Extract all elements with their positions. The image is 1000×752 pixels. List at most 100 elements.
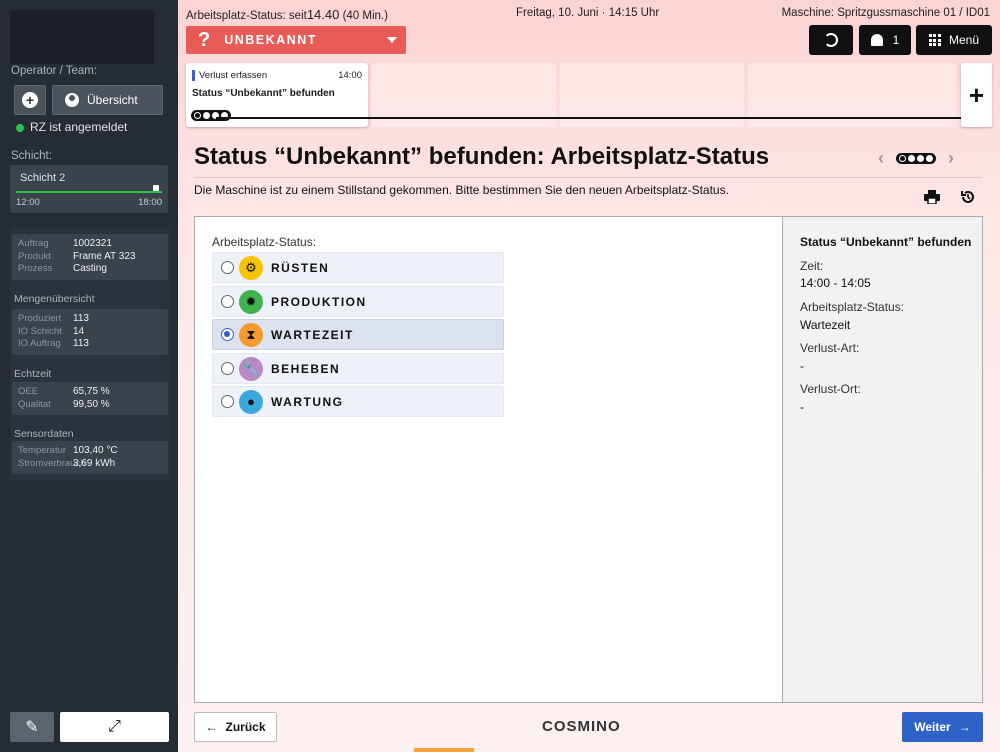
summary-loss-type-value: - [800,359,804,373]
option-wartung[interactable]: ● WARTUNG [212,386,504,417]
date-text: Freitag, 10. Juni [516,7,599,19]
info-key: Auftrag [18,238,49,249]
radio-button[interactable] [221,362,234,375]
plus-icon: + [22,92,38,108]
order-info-box: Auftrag 1002321 Produkt Frame AT 323 Proze… [12,234,168,280]
operator-label: Operator / Team: [11,65,98,77]
back-button[interactable]: ← Zurück [194,712,277,742]
main-area: Arbeitsplatz-Status: seit14.40 (40 Min.)… [178,0,1000,752]
info-value: 113 [73,338,89,349]
info-key: Produziert [18,313,62,324]
info-key: Produkt [18,250,51,262]
datetime: Freitag, 10. Juni · 14:15 Uhr [516,7,660,19]
summary-loss-location-label: Verlust-Ort: [800,382,861,396]
status-options-pane: Arbeitsplatz-Status: ⚙ RÜSTEN ✹ PRODUKTI… [195,217,782,702]
sensor-info-box: Temperatur 103,40 °C Stromverbrauch 3,69 k… [12,441,168,474]
info-key: Prozess [18,263,53,274]
shift-progress-marker [153,185,159,191]
timeline-card-time: 14:00 [338,70,362,81]
option-label: BEHEBEN [271,361,341,376]
history-icon[interactable] [960,189,976,205]
time-text: 14:15 Uhr [608,7,660,19]
shift-box: Schicht 2 12:00 18:00 [10,165,168,213]
notifications-button[interactable]: 1 [859,25,911,55]
notification-count: 1 [892,33,900,47]
history-button[interactable] [809,25,853,55]
expand-icon: ⤢ [108,718,121,735]
next-button[interactable]: Weiter → [902,712,983,742]
option-produktion[interactable]: ✹ PRODUKTION [212,286,504,317]
radio-button[interactable] [221,328,234,341]
info-row: Auftrag 1002321 [18,238,162,251]
info-row: Stromverbrauch 3,69 kWh [18,458,162,471]
quantity-info-box: Produziert 113 IO Schicht 14 IO Auftrag 113 [12,309,168,355]
info-value: 113 [73,313,89,324]
shift-progress-bar [16,191,162,193]
summary-time-value: 14:00 - 14:05 [800,276,871,290]
quantity-title: Mengenübersicht [14,293,95,305]
wrench-icon: 🔧 [239,356,263,381]
info-row: Produziert 113 [18,313,162,326]
info-key: Temperatur [18,445,67,456]
shift-label: Schicht: [11,150,52,162]
overview-button[interactable]: Übersicht [52,85,163,115]
info-value: 103,40 °C [73,445,118,456]
info-value: 14 [73,325,85,337]
bell-icon [870,34,883,46]
info-row: OEE 65,75 % [18,386,162,399]
machine-value: Spritzgussmaschine 01 / ID01 [837,7,990,19]
realtime-info-box: OEE 65,75 % Qualitat 99,50 % [12,382,168,415]
chevron-left-icon[interactable]: ‹ [878,148,884,169]
back-button-label: Zurück [225,720,266,734]
info-key: OEE [18,386,39,397]
shift-start: 12:00 [16,197,40,208]
grid-icon [928,34,941,46]
option-label: WARTUNG [271,394,344,409]
add-operator-button[interactable]: + [14,85,46,115]
step-dots [896,153,936,164]
user-icon [65,93,79,107]
menu-button[interactable]: Menü [916,25,992,55]
sidebar: Operator / Team: + Übersicht RZ ist ange… [0,0,178,752]
add-entry-button[interactable]: + [961,63,992,127]
fullscreen-button[interactable]: ⤢ [60,712,169,742]
printer-icon[interactable] [924,190,940,204]
info-value: 99,50 % [73,398,110,410]
summary-status-label: Arbeitsplatz-Status: [800,300,905,314]
info-value: 3,69 kWh [73,457,116,469]
hourglass-icon: ⧗ [239,322,263,347]
gear-icon: ✹ [239,289,263,314]
question-icon: ? [198,28,211,51]
info-value: Casting [73,263,107,274]
radio-button[interactable] [221,295,234,308]
timeline-card-title: Verlust erfassen [192,70,267,81]
machine-label: Maschine: [781,7,835,19]
edit-button[interactable]: ✎ [10,712,54,742]
info-key: IO Auftrag [18,338,61,349]
radio-button[interactable] [221,395,234,408]
option-label: WARTEZEIT [271,327,354,342]
divider [194,177,982,178]
option-label: RÜSTEN [271,260,330,275]
workplace-status-line: Arbeitsplatz-Status: seit14.40 (40 Min.) [186,7,388,22]
page-description: Die Maschine ist zu einem Stillstand gek… [194,183,729,197]
setup-icon: ⚙ [239,255,263,280]
chevron-right-icon[interactable]: › [948,148,954,169]
summary-loss-type-label: Verlust-Art: [800,341,860,355]
option-ruesten[interactable]: ⚙ RÜSTEN [212,252,504,283]
info-row: Temperatur 103,40 °C [18,445,162,458]
overview-button-label: Übersicht [87,93,138,107]
option-beheben[interactable]: 🔧 BEHEBEN [212,353,504,384]
status-dropdown-button[interactable]: ? UNBEKANNT [186,26,406,54]
summary-loss-location-value: - [800,400,804,414]
content-panel: Arbeitsplatz-Status: ⚙ RÜSTEN ✹ PRODUKTI… [194,216,983,703]
chevron-down-icon [387,37,397,43]
option-wartezeit[interactable]: ⧗ WARTEZEIT [212,319,504,350]
info-key: Qualitat [18,398,51,410]
summary-pane: Status “Unbekannt” befunden Zeit: 14:00 … [782,217,982,702]
status-since-duration: (40 Min.) [342,10,388,22]
summary-time-label: Zeit: [800,259,824,273]
realtime-title: Echtzeit [14,368,52,380]
radio-button[interactable] [221,261,234,274]
status-button-label: UNBEKANNT [224,33,317,47]
